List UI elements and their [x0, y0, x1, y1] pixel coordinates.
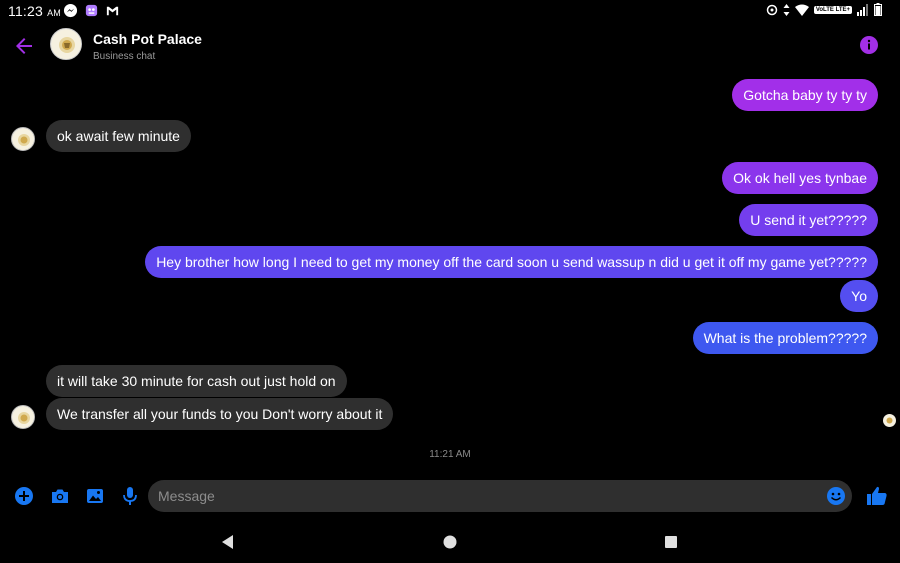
contact-avatar-image	[52, 30, 81, 59]
contact-subtitle: Business chat	[93, 51, 156, 62]
sender-avatar	[11, 127, 35, 151]
status-time: 11:23 AM	[8, 3, 61, 19]
message-outgoing[interactable]: Ok ok hell yes tynbae	[722, 162, 878, 194]
volte-icon: VoLTE LTE+	[813, 5, 852, 14]
data-arrows-icon	[783, 3, 790, 16]
message-composer	[0, 478, 900, 514]
back-arrow-icon[interactable]	[12, 34, 36, 58]
thumbs-up-icon[interactable]	[866, 485, 888, 507]
status-time-value: 11:23	[8, 3, 43, 19]
add-icon[interactable]	[14, 486, 34, 506]
message-incoming[interactable]: We transfer all your funds to you Don't …	[46, 398, 394, 430]
back-nav-icon[interactable]	[220, 534, 236, 550]
message-timestamp: 11:21 AM	[429, 449, 471, 460]
home-nav-icon[interactable]	[442, 534, 458, 550]
info-icon[interactable]	[860, 36, 878, 54]
status-bar: 11:23 AM VoLTE LTE+	[0, 0, 900, 22]
battery-icon	[874, 3, 882, 16]
messenger-icon	[63, 3, 78, 18]
data-saver-icon	[766, 4, 778, 15]
app-icon	[85, 4, 98, 17]
message-outgoing[interactable]: U send it yet?????	[739, 204, 878, 236]
sender-avatar-image	[13, 407, 34, 428]
contact-name[interactable]: Cash Pot Palace	[93, 31, 202, 47]
contact-avatar[interactable]	[50, 28, 82, 60]
status-notification-icons	[63, 3, 120, 18]
gmail-icon	[106, 6, 119, 16]
message-incoming[interactable]: it will take 30 minute for cash out just…	[46, 365, 347, 397]
microphone-icon[interactable]	[120, 486, 140, 506]
message-outgoing[interactable]: Hey brother how long I need to get my mo…	[145, 246, 878, 278]
camera-icon[interactable]	[50, 486, 70, 506]
status-system-icons: VoLTE LTE+	[766, 3, 882, 16]
chat-header: Cash Pot Palace Business chat	[0, 22, 900, 70]
message-input[interactable]	[148, 480, 852, 512]
seen-avatar-image	[883, 414, 896, 427]
sender-avatar	[11, 405, 35, 429]
seen-indicator-avatar	[883, 414, 896, 427]
signal-icon	[857, 3, 868, 16]
sender-avatar-image	[13, 129, 34, 150]
message-outgoing[interactable]: Yo	[840, 280, 878, 312]
system-navigation-bar	[0, 522, 900, 563]
wifi-icon	[794, 4, 809, 16]
message-outgoing[interactable]: What is the problem?????	[692, 322, 878, 354]
status-time-ampm: AM	[47, 8, 61, 18]
recents-nav-icon[interactable]	[663, 534, 679, 550]
message-outgoing[interactable]: Gotcha baby ty ty ty	[732, 79, 878, 111]
message-incoming[interactable]: ok await few minute	[46, 120, 191, 152]
emoji-icon[interactable]	[826, 486, 846, 506]
gallery-icon[interactable]	[85, 486, 105, 506]
